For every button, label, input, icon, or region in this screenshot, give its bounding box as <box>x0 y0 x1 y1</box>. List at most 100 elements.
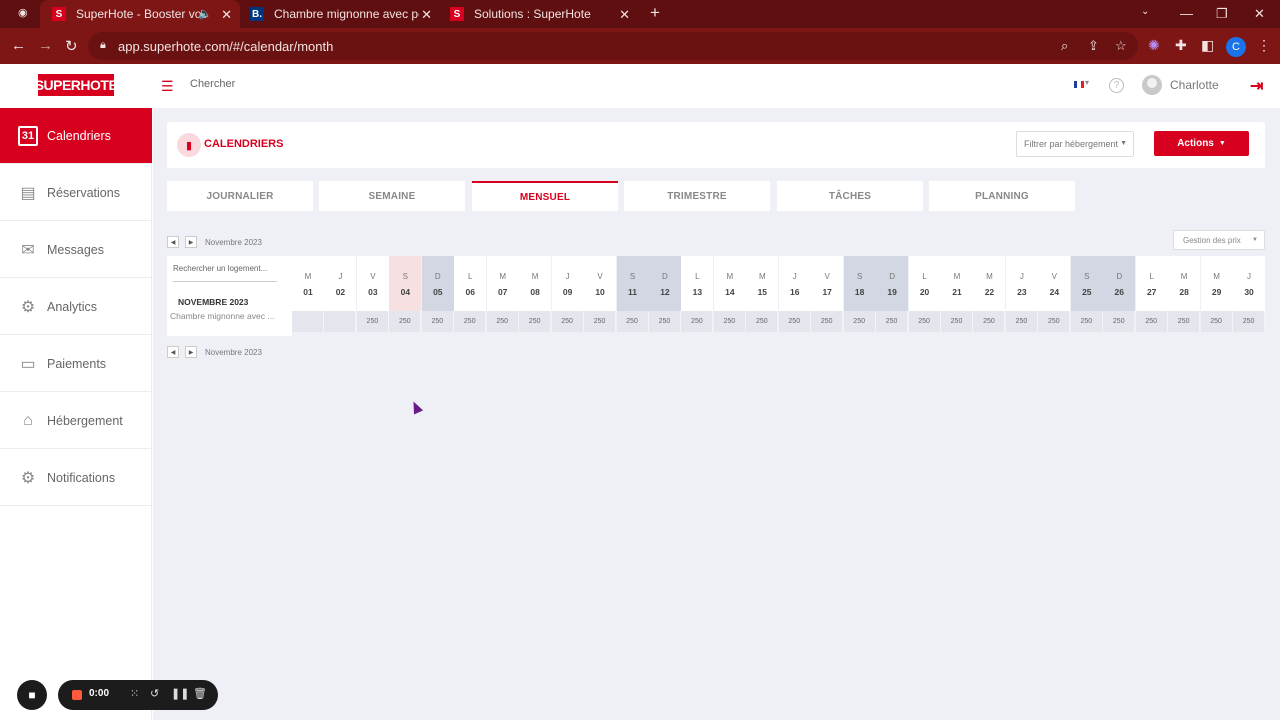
close-tab-icon[interactable]: ✕ <box>619 7 630 23</box>
user-avatar[interactable] <box>1142 75 1162 95</box>
price-cell[interactable]: 250 <box>1233 311 1266 332</box>
restart-icon[interactable]: ↺ <box>150 687 159 700</box>
forward-icon[interactable]: → <box>38 37 53 54</box>
next-month-icon[interactable]: ▶ <box>185 236 197 248</box>
superhote-logo[interactable]: SUPERHOTE <box>35 74 118 96</box>
superhote-favicon-icon: S <box>52 7 66 21</box>
browser-tab-superhote[interactable]: S SuperHote - Booster vos ré 🔈 ✕ <box>40 0 240 28</box>
price-cell[interactable]: 250 <box>1070 311 1103 332</box>
price-cell[interactable]: 250 <box>1200 311 1233 332</box>
price-cell[interactable]: 250 <box>908 311 941 332</box>
minimize-icon[interactable]: — <box>1180 6 1193 21</box>
close-tab-icon[interactable]: ✕ <box>421 7 432 23</box>
sidebar-item-reservations[interactable]: ▤ Réservations <box>0 165 152 221</box>
trash-icon[interactable]: 🗑︎ <box>193 687 207 700</box>
price-cell[interactable]: 250 <box>778 311 811 332</box>
browser-tab-solutions[interactable]: S Solutions : SuperHote ✕ <box>440 0 638 28</box>
tab-taches[interactable]: TÂCHES <box>777 181 923 211</box>
filter-accommodation-select[interactable]: Filtrer par hébergement ▼ <box>1016 131 1134 157</box>
price-cell[interactable]: 250 <box>1005 311 1038 332</box>
tab-planning[interactable]: PLANNING <box>929 181 1075 211</box>
tab-semaine[interactable]: SEMAINE <box>319 181 465 211</box>
grid-icon[interactable]: ⁙ <box>130 687 139 700</box>
search-input[interactable]: Chercher <box>190 78 235 90</box>
logement-search-input[interactable]: Rechercher un logement... <box>173 264 277 282</box>
tab-mensuel[interactable]: MENSUEL <box>472 181 618 211</box>
camera-icon[interactable]: ■ <box>17 680 47 710</box>
menu-dots-icon[interactable]: ⋮ <box>1257 37 1271 54</box>
hamburger-menu-icon[interactable]: ☰ <box>161 78 174 95</box>
price-cell[interactable]: 250 <box>843 311 876 332</box>
price-cell[interactable] <box>292 311 324 332</box>
price-cell[interactable]: 250 <box>941 311 973 332</box>
sidebar-item-calendriers[interactable]: 31 Calendriers <box>0 108 152 164</box>
zoom-icon[interactable]: ⌕ <box>1061 38 1068 54</box>
french-flag-icon[interactable] <box>1074 81 1084 88</box>
price-cell[interactable]: 250 <box>681 311 714 332</box>
day-number: 05 <box>433 287 443 297</box>
new-tab-icon[interactable]: + <box>650 3 660 23</box>
price-cell[interactable] <box>324 311 357 332</box>
user-name[interactable]: Charlotte <box>1170 78 1219 92</box>
price-cell[interactable]: 250 <box>973 311 1006 332</box>
sidebar-item-analytics[interactable]: ⚙ Analytics <box>0 279 152 335</box>
logout-icon[interactable]: ⇥ <box>1250 76 1263 96</box>
price-cell[interactable]: 250 <box>648 311 681 332</box>
reload-icon[interactable]: ↻ <box>65 37 78 55</box>
price-cell[interactable]: 250 <box>713 311 746 332</box>
browser-tab-chambre[interactable]: B. Chambre mignonne avec petite ✕ <box>240 0 440 28</box>
language-caret-icon[interactable]: ▾ <box>1085 78 1089 87</box>
help-icon[interactable]: ? <box>1109 78 1124 93</box>
extensions-puzzle-icon[interactable]: ✚ <box>1175 37 1187 54</box>
extension-icon[interactable]: ✺ <box>1148 37 1160 54</box>
price-cell[interactable]: 250 <box>1038 311 1071 332</box>
day-number: 27 <box>1146 287 1157 297</box>
share-icon[interactable]: ⇪ <box>1088 38 1099 54</box>
close-window-icon[interactable]: ✕ <box>1254 6 1265 22</box>
price-management-select[interactable]: Gestion des prix ▼ <box>1173 230 1265 250</box>
day-letter: J <box>1019 272 1024 281</box>
tab-search-icon[interactable]: ⌄ <box>1141 6 1149 17</box>
maximize-icon[interactable]: ❐ <box>1216 6 1228 22</box>
day-letter: V <box>597 272 603 281</box>
day-letter: J <box>792 272 797 281</box>
price-cell[interactable]: 250 <box>1135 311 1168 332</box>
back-icon[interactable]: ← <box>11 37 26 54</box>
tab-journalier[interactable]: JOURNALIER <box>167 181 313 211</box>
price-cell[interactable]: 250 <box>551 311 584 332</box>
day-letter: V <box>824 272 830 281</box>
price-cell[interactable]: 250 <box>519 311 552 332</box>
price-cell[interactable]: 250 <box>389 311 422 332</box>
sidebar-item-hebergement[interactable]: ⌂ Hébergement <box>0 393 152 449</box>
price-cell[interactable]: 250 <box>421 311 454 332</box>
price-cell[interactable]: 250 <box>811 311 844 332</box>
next-month-icon[interactable]: ▶ <box>185 346 197 358</box>
price-cell[interactable]: 250 <box>454 311 487 332</box>
price-cell[interactable]: 250 <box>1103 311 1136 332</box>
price-cell[interactable]: 250 <box>746 311 779 332</box>
actions-button[interactable]: Actions ▼ <box>1154 131 1249 156</box>
room-name[interactable]: Chambre mignonne avec ... <box>170 311 290 321</box>
prev-month-icon[interactable]: ◀ <box>167 236 179 248</box>
sidebar-item-paiements[interactable]: ▭ Paiements <box>0 336 152 392</box>
sidebar-item-messages[interactable]: ✉ Messages <box>0 222 152 278</box>
bookmark-star-icon[interactable]: ☆ <box>1115 38 1127 54</box>
price-cell[interactable]: 250 <box>1168 311 1201 332</box>
tab-title: SuperHote - Booster vos ré <box>76 7 206 21</box>
price-cell[interactable]: 250 <box>876 311 909 332</box>
side-panel-icon[interactable]: ◧ <box>1201 37 1214 54</box>
close-tab-icon[interactable]: ✕ <box>221 7 232 23</box>
sidebar-item-notifications[interactable]: ⚙ Notifications <box>0 450 152 506</box>
tab-trimestre[interactable]: TRIMESTRE <box>624 181 770 211</box>
price-cell[interactable]: 250 <box>356 311 389 332</box>
profile-avatar[interactable]: C <box>1226 37 1246 57</box>
price-cell[interactable]: 250 <box>584 311 617 332</box>
address-bar[interactable]: 🔒︎ app.superhote.com/#/calendar/month ⌕ … <box>88 32 1138 60</box>
day-letter: D <box>889 272 895 281</box>
pause-icon[interactable]: ❚❚ <box>171 687 189 700</box>
price-cell[interactable]: 250 <box>486 311 519 332</box>
day-header: D 19 <box>876 256 909 311</box>
prev-month-icon[interactable]: ◀ <box>167 346 179 358</box>
price-cell[interactable]: 250 <box>616 311 649 332</box>
stop-recording-button[interactable] <box>72 690 82 700</box>
